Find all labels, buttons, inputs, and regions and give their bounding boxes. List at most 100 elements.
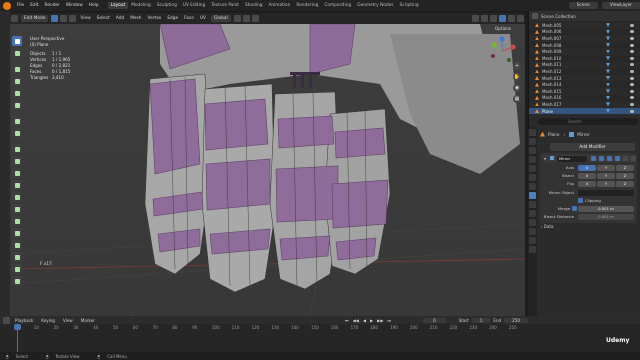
menu-keying[interactable]: Keying [37,318,59,323]
shading-wire-icon[interactable] [490,15,497,22]
visibility-eye-icon[interactable] [630,109,634,113]
mode-dropdown[interactable]: Edit Mode [21,15,49,22]
outliner-item[interactable]: Mesh.016 [529,95,640,102]
loop-cut-tool[interactable] [12,180,22,190]
3d-viewport[interactable] [10,24,525,316]
camera-icon[interactable]: ◉ [513,84,521,92]
outliner-item[interactable]: Mesh.014 [529,81,640,88]
scale-tool[interactable] [12,88,22,98]
view-layer-selector[interactable]: ViewLayer [601,2,640,9]
visibility-eye-icon[interactable] [630,102,634,106]
visibility-eye-icon[interactable] [630,30,634,34]
object-tab-icon[interactable] [529,183,536,190]
scene-selector[interactable]: Scene [568,2,598,9]
outliner-filter-icon[interactable] [532,13,538,19]
extrude-tool[interactable] [12,144,22,154]
bisect-y-toggle[interactable]: Y [597,173,615,179]
x-axis-icon[interactable] [510,44,516,50]
outliner-item[interactable]: Mesh.005 [529,22,640,29]
shading-solid-icon[interactable] [499,15,506,22]
menu-timeline-view[interactable]: View [59,318,77,323]
axis-z-toggle[interactable]: Z [616,165,634,171]
visibility-eye-icon[interactable] [630,83,634,87]
jump-start-icon[interactable]: ⏮ [343,318,351,323]
face-select-icon[interactable] [69,15,77,22]
select-tool[interactable] [12,36,22,46]
viewport-toggle-icon[interactable] [607,156,612,161]
visibility-eye-icon[interactable] [630,43,634,47]
output-tab-icon[interactable] [529,147,536,154]
shading-material-icon[interactable] [508,15,515,22]
knife-tool[interactable] [12,192,22,202]
merge-distance-field[interactable]: 0.001 m [578,206,634,212]
data-subpanel[interactable]: › Data [541,224,553,229]
menu-marker[interactable]: Marker [77,318,99,323]
pivot-icon[interactable] [233,15,241,22]
tab-rendering[interactable]: Rendering [293,2,321,9]
outliner-item[interactable]: Mesh.007 [529,35,640,42]
timeline-ruler[interactable]: 0102030405060708090100110120130140150160… [10,324,525,331]
outliner-item[interactable]: Mesh.009 [529,48,640,55]
outliner-item[interactable]: Mesh.013 [529,74,640,82]
pan-hand-icon[interactable]: ✋ [513,73,521,81]
snap-icon[interactable] [242,15,250,22]
tab-sculpting[interactable]: Sculpting [154,2,180,9]
tab-compositing[interactable]: Compositing [321,2,354,9]
visibility-eye-icon[interactable] [630,69,634,73]
grid-perspective-icon[interactable]: ▦ [513,95,521,103]
menu-help[interactable]: Help [86,3,102,8]
axis-y-toggle[interactable]: Y [597,165,615,171]
bisect-distance-field[interactable]: 0.001 m [578,214,634,220]
options-menu[interactable]: Options [495,26,511,31]
modifier-name-field[interactable]: Mirror [557,156,587,162]
menu-face[interactable]: Face [181,16,197,21]
menu-edit[interactable]: Edit [27,3,41,8]
tab-uv-editing[interactable]: UV Editing [180,2,208,9]
world-tab-icon[interactable] [529,174,536,181]
properties-search-input[interactable]: Search [538,118,638,125]
spin-tool[interactable] [12,216,22,226]
zoom-icon[interactable]: + [513,62,521,70]
menu-window[interactable]: Window [63,3,86,8]
visibility-eye-icon[interactable] [630,76,634,80]
constraints-tab-icon[interactable] [529,219,536,226]
particles-tab-icon[interactable] [529,201,536,208]
modifier-wrench-tab-icon[interactable] [529,192,536,199]
render-tab-icon[interactable] [529,138,536,145]
bisect-z-toggle[interactable]: Z [616,173,634,179]
menu-mesh[interactable]: Mesh [127,16,144,21]
mirror-object-field[interactable] [578,190,634,196]
outliner-item[interactable]: Mesh.010 [529,55,640,62]
flip-z-toggle[interactable]: Z [616,181,634,187]
flip-y-toggle[interactable]: Y [597,181,615,187]
visibility-eye-icon[interactable] [630,50,634,54]
bevel-tool[interactable] [12,168,22,178]
visibility-eye-icon[interactable] [630,96,634,100]
outliner-item[interactable]: Mesh.015 [529,87,640,95]
edge-select-icon[interactable] [60,15,68,22]
data-tab-icon[interactable] [529,228,536,235]
move-tool[interactable] [12,64,22,74]
vertex-select-icon[interactable] [51,15,59,22]
tab-shading[interactable]: Shading [242,2,265,9]
tab-scripting[interactable]: Scripting [397,2,422,9]
bisect-x-toggle[interactable]: X [578,173,596,179]
tab-animation[interactable]: Animation [265,2,293,9]
play-icon[interactable]: ▶ [368,318,375,323]
outliner-item[interactable]: Mesh.011 [529,61,640,69]
visibility-eye-icon[interactable] [630,36,634,40]
menu-vertex[interactable]: Vertex [145,16,165,21]
cage-toggle-icon[interactable] [599,156,604,161]
flip-x-toggle[interactable]: X [578,181,596,187]
shear-tool[interactable] [12,264,22,274]
neg-y-axis-icon[interactable] [507,58,511,62]
material-tab-icon[interactable] [529,237,536,244]
menu-render[interactable]: Render [42,3,63,8]
shrink-fatten-tool[interactable] [12,252,22,262]
collapse-chevron-icon[interactable]: ▾ [544,156,546,161]
y-axis-icon[interactable] [491,42,497,48]
tab-modeling[interactable]: Modeling [128,2,154,9]
timeline-editor-icon[interactable] [3,316,10,324]
orientation-dropdown[interactable]: Global [210,15,231,22]
dropdown-icon[interactable] [623,156,628,161]
